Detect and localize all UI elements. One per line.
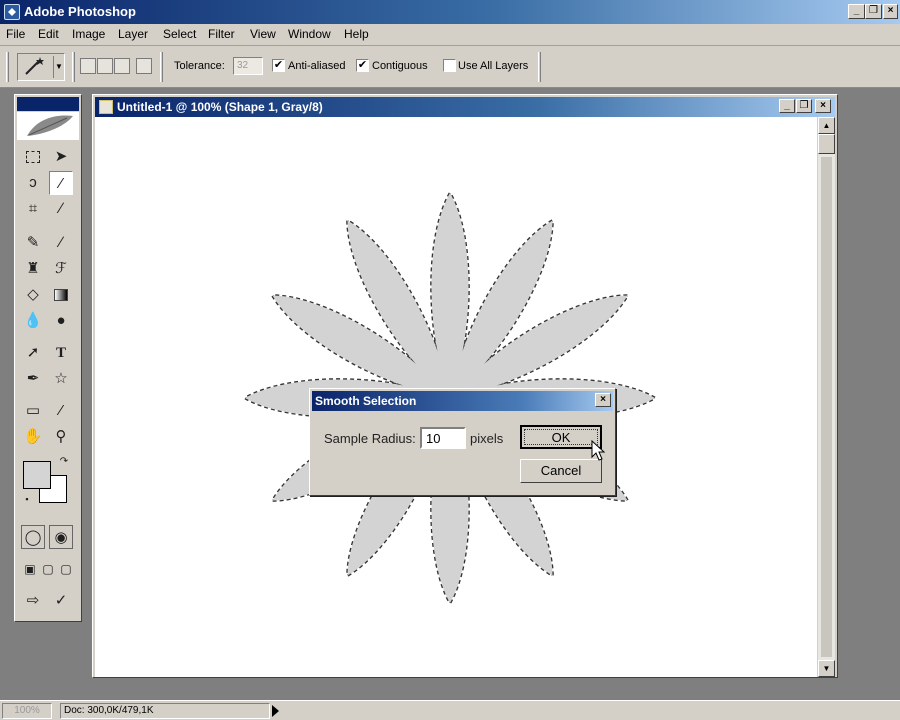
move-icon[interactable]: ➤: [49, 145, 73, 169]
restore-button[interactable]: ❐: [865, 4, 882, 19]
magic-wand-icon: [25, 57, 44, 75]
dialog-close-button[interactable]: ×: [595, 393, 611, 407]
foreground-color-swatch[interactable]: [23, 461, 51, 489]
menu-edit[interactable]: Edit: [38, 27, 59, 41]
tolerance-input[interactable]: 32: [233, 57, 263, 75]
type-icon[interactable]: T: [49, 341, 73, 365]
swap-colors-icon[interactable]: ↷: [57, 455, 71, 469]
document-icon: [99, 100, 113, 114]
cancel-button[interactable]: Cancel: [520, 459, 602, 483]
options-bar: ▼ Tolerance: 32 ✔ Anti-aliased ✔ Contigu…: [0, 46, 900, 88]
tolerance-label: Tolerance:: [174, 60, 225, 72]
menu-bar: File Edit Image Layer Select Filter View…: [0, 24, 900, 46]
history-brush-icon[interactable]: ℱ: [49, 257, 73, 281]
app-title: Adobe Photoshop: [24, 4, 136, 19]
zoom-level-field[interactable]: 100%: [2, 703, 52, 719]
minimize-button[interactable]: _: [848, 4, 865, 19]
doc-minimize-button[interactable]: _: [779, 99, 795, 113]
dialog-title: Smooth Selection: [315, 394, 417, 408]
options-grip[interactable]: [6, 52, 9, 82]
quick-mask-mode-icon[interactable]: ◉: [49, 525, 73, 549]
scroll-thumb[interactable]: [818, 134, 835, 154]
pen-icon[interactable]: ✒: [21, 367, 45, 391]
app-title-bar: Adobe Photoshop _ ❐ ×: [0, 0, 900, 24]
blur-icon[interactable]: 💧: [21, 309, 45, 333]
document-size-info: Doc: 300,0K/479,1K: [60, 703, 270, 719]
photoshop-logo-icon: [4, 4, 20, 20]
sample-radius-label: Sample Radius:: [324, 431, 416, 446]
use-all-layers-label: Use All Layers: [458, 60, 529, 72]
document-title-bar[interactable]: Untitled-1 @ 100% (Shape 1, Gray/8) _ ❐ …: [95, 97, 835, 117]
options-separator: [72, 52, 75, 82]
contiguous-checkbox[interactable]: ✔: [356, 59, 369, 72]
healing-brush-icon[interactable]: ✎: [21, 231, 45, 255]
document-title: Untitled-1 @ 100% (Shape 1, Gray/8): [117, 100, 323, 114]
zoom-icon[interactable]: ⚲: [49, 425, 73, 449]
feather-logo-icon[interactable]: [17, 112, 79, 140]
imageready-icon[interactable]: ✓: [49, 589, 73, 613]
pixels-unit-label: pixels: [470, 431, 504, 446]
menu-file[interactable]: File: [6, 27, 25, 41]
menu-view[interactable]: View: [250, 27, 276, 41]
doc-close-button[interactable]: ×: [815, 99, 831, 113]
scroll-track[interactable]: [821, 157, 832, 657]
status-bar: 100% Doc: 300,0K/479,1K: [0, 700, 900, 720]
sample-radius-input[interactable]: [420, 427, 466, 449]
doc-restore-button[interactable]: ❐: [796, 99, 812, 113]
brush-icon[interactable]: ∕: [49, 231, 73, 255]
jump-to-imageready-icon[interactable]: ⇨: [21, 589, 45, 613]
notes-icon[interactable]: ▭: [21, 399, 45, 423]
document-window: Untitled-1 @ 100% (Shape 1, Gray/8) _ ❐ …: [92, 94, 838, 678]
stamp-icon[interactable]: ♜: [21, 257, 45, 281]
options-separator: [538, 52, 541, 82]
intersect-selection-button[interactable]: [136, 58, 152, 74]
menu-window[interactable]: Window: [288, 27, 331, 41]
scroll-up-arrow-icon[interactable]: ▲: [818, 117, 835, 134]
lasso-icon[interactable]: ↄ: [21, 171, 45, 195]
tool-preset-picker[interactable]: ▼: [17, 53, 65, 81]
dialog-title-bar[interactable]: Smooth Selection: [312, 391, 613, 411]
menu-filter[interactable]: Filter: [208, 27, 235, 41]
screen-mode-full-icon[interactable]: ▢: [57, 557, 75, 581]
menu-layer[interactable]: Layer: [118, 27, 148, 41]
menu-image[interactable]: Image: [72, 27, 105, 41]
status-menu-arrow-icon[interactable]: [272, 705, 279, 717]
mouse-cursor-icon: [591, 440, 606, 461]
menu-help[interactable]: Help: [344, 27, 369, 41]
options-separator: [160, 52, 163, 82]
add-to-selection-button[interactable]: [97, 58, 113, 74]
magic-wand-icon[interactable]: ⁄: [49, 171, 73, 195]
crop-icon[interactable]: ⌗: [21, 197, 45, 221]
dodge-icon[interactable]: ●: [49, 309, 73, 333]
custom-shape-icon[interactable]: ☆: [49, 367, 73, 391]
eraser-icon[interactable]: ◇: [21, 283, 45, 307]
anti-aliased-label: Anti-aliased: [288, 60, 346, 72]
contiguous-label: Contiguous: [372, 60, 428, 72]
default-colors-icon[interactable]: ▪: [21, 493, 33, 505]
subtract-from-selection-button[interactable]: [114, 58, 130, 74]
use-all-layers-checkbox[interactable]: [443, 59, 456, 72]
chevron-down-icon[interactable]: ▼: [53, 56, 64, 78]
slice-icon[interactable]: ∕: [49, 197, 73, 221]
path-select-icon[interactable]: ➚: [21, 341, 45, 365]
eyedropper-icon[interactable]: ⁄: [49, 399, 73, 423]
toolbox: ➤ ↄ ⁄ ⌗ ∕ ✎ ∕ ♜ ℱ ◇ 💧 ● ➚ T ✒ ☆ ▭ ⁄ ✋ ⚲ …: [14, 94, 82, 622]
menu-select[interactable]: Select: [163, 27, 196, 41]
new-selection-button[interactable]: [80, 58, 96, 74]
close-button[interactable]: ×: [883, 4, 898, 19]
screen-mode-full-menu-icon[interactable]: ▢: [39, 557, 57, 581]
scroll-down-arrow-icon[interactable]: ▼: [818, 660, 835, 677]
marquee-icon[interactable]: [21, 145, 45, 169]
ok-button[interactable]: OK: [520, 425, 602, 449]
screen-mode-standard-icon[interactable]: ▣: [21, 557, 39, 581]
smooth-selection-dialog: Smooth Selection × Sample Radius: pixels…: [309, 388, 616, 496]
vertical-scrollbar[interactable]: ▲ ▼: [818, 117, 835, 677]
standard-mode-icon[interactable]: ◯: [21, 525, 45, 549]
hand-icon[interactable]: ✋: [21, 425, 45, 449]
gradient-icon[interactable]: [49, 283, 73, 307]
anti-aliased-checkbox[interactable]: ✔: [272, 59, 285, 72]
toolbox-title-bar[interactable]: [17, 97, 79, 111]
